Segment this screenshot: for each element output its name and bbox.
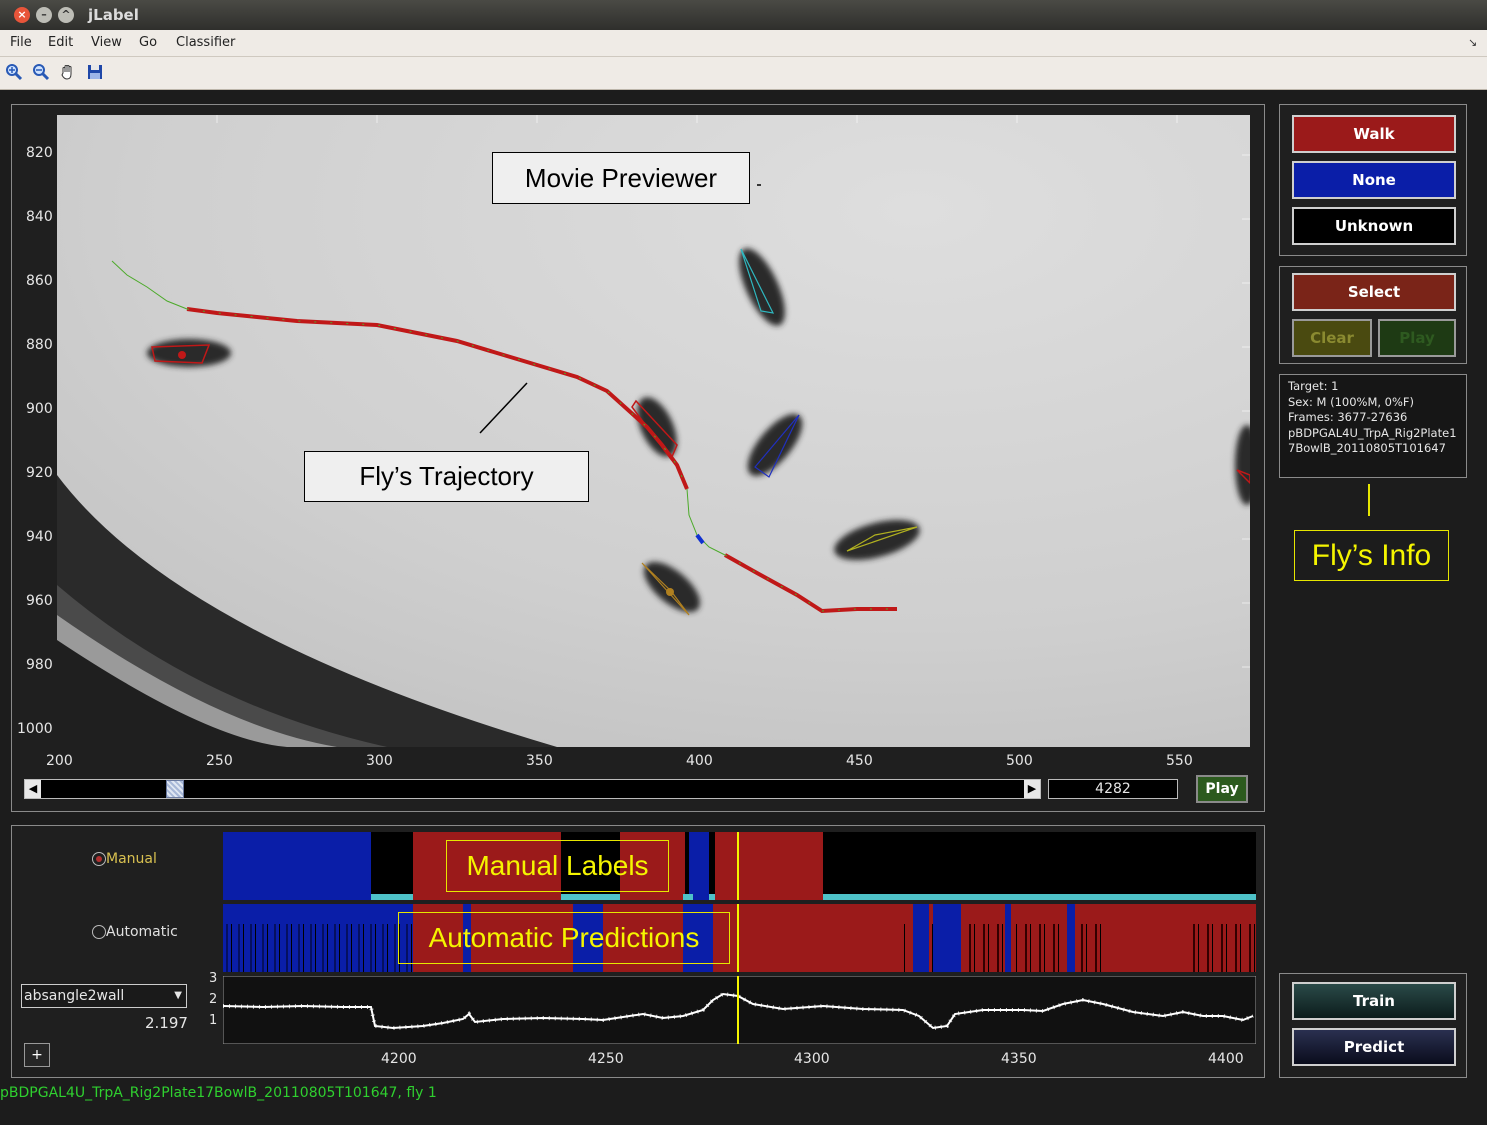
maximize-window-icon[interactable]: ^ — [58, 7, 74, 23]
x-tick-350: 350 — [526, 753, 553, 769]
x-tick-400: 400 — [686, 753, 713, 769]
y-tick-980: 980 — [26, 657, 53, 673]
plot-y-tick-2: 2 — [209, 992, 218, 1007]
automatic-predictions-annotation: Automatic Predictions — [398, 912, 730, 964]
menu-edit[interactable]: Edit — [48, 35, 73, 50]
fly-info-experiment-1: pBDPGAL4U_TrpA_Rig2Plate1 — [1288, 425, 1457, 440]
x-tick-450: 450 — [846, 753, 873, 769]
manual-radio-label: Manual — [106, 851, 157, 867]
close-window-icon[interactable]: × — [14, 7, 30, 23]
x-tick-250: 250 — [206, 753, 233, 769]
automatic-radio[interactable]: Automatic — [92, 924, 178, 940]
feature-select-value: absangle2wall — [24, 988, 125, 1004]
slider-right-arrow-icon[interactable]: ▶ — [1024, 780, 1040, 798]
fly-info-sex: Sex: M (100%M, 0%F) — [1288, 394, 1415, 409]
label-buttons-panel: Walk None Unknown — [1279, 104, 1467, 256]
clear-button[interactable]: Clear — [1292, 319, 1372, 357]
status-bar: pBDPGAL4U_TrpA_Rig2Plate17BowlB_20110805… — [0, 1085, 437, 1101]
fly-trajectory-annotation: Fly’s Trajectory — [304, 451, 589, 502]
fly-info-target: Target: 1 — [1288, 379, 1339, 393]
select-button[interactable]: Select — [1292, 273, 1456, 311]
window-title: jLabel — [88, 6, 139, 24]
select-panel: Select Clear Play — [1279, 266, 1467, 364]
slider-thumb[interactable] — [166, 780, 185, 798]
automatic-radio-label: Automatic — [106, 924, 178, 940]
walk-button[interactable]: Walk — [1292, 115, 1456, 153]
manual-labels-annotation: Manual Labels — [446, 840, 669, 892]
zoom-out-icon[interactable] — [31, 63, 51, 83]
y-tick-960: 960 — [26, 593, 53, 609]
movie-frame[interactable] — [57, 115, 1250, 747]
timeline-x-tick-4300: 4300 — [794, 1051, 830, 1067]
y-tick-920: 920 — [26, 465, 53, 481]
y-tick-880: 880 — [26, 337, 53, 353]
x-tick-550: 550 — [1166, 753, 1193, 769]
fly-info-panel: Target: 1 Sex: M (100%M, 0%F) Frames: 36… — [1279, 374, 1467, 478]
movie-previewer-panel: 820 840 860 880 900 920 940 960 980 1000… — [11, 104, 1265, 812]
fly-info-frames: Frames: 3677-27636 — [1288, 410, 1408, 424]
y-tick-820: 820 — [26, 145, 53, 161]
menu-view[interactable]: View — [91, 35, 122, 50]
minimize-window-icon[interactable]: – — [36, 7, 52, 23]
menu-go[interactable]: Go — [139, 35, 157, 50]
x-tick-300: 300 — [366, 753, 393, 769]
train-button[interactable]: Train — [1292, 982, 1456, 1020]
automatic-radio-icon[interactable] — [92, 925, 106, 939]
fly-info-leader-line — [1368, 484, 1370, 516]
classifier-panel: Train Predict — [1279, 973, 1467, 1078]
menu-overflow-icon[interactable]: ↘ — [1468, 36, 1477, 49]
y-tick-860: 860 — [26, 273, 53, 289]
menu-bar: File Edit View Go Classifier ↘ — [0, 30, 1487, 57]
y-tick-900: 900 — [26, 401, 53, 417]
manual-labels-bar[interactable] — [223, 832, 1256, 900]
chevron-down-icon[interactable]: ▼ — [174, 985, 182, 1007]
timeline-x-tick-4400: 4400 — [1208, 1051, 1244, 1067]
fly-info-experiment-2: 7BowlB_20110805T101647 — [1288, 441, 1446, 455]
timeline-x-tick-4250: 4250 — [588, 1051, 624, 1067]
x-tick-500: 500 — [1006, 753, 1033, 769]
add-feature-button[interactable]: + — [24, 1043, 50, 1067]
y-tick-1000: 1000 — [17, 721, 53, 737]
y-tick-940: 940 — [26, 529, 53, 545]
timeline-x-tick-4350: 4350 — [1001, 1051, 1037, 1067]
toolbar — [0, 57, 1487, 90]
movie-previewer-annotation: Movie Previewer — [492, 152, 750, 204]
fly-info-annotation: Fly’s Info — [1294, 530, 1449, 581]
timeline-x-tick-4200: 4200 — [381, 1051, 417, 1067]
select-play-button[interactable]: Play — [1378, 319, 1456, 357]
plot-y-tick-1: 1 — [209, 1013, 218, 1028]
automatic-predictions-bar[interactable] — [223, 904, 1256, 972]
none-button[interactable]: None — [1292, 161, 1456, 199]
frame-slider[interactable]: ◀ ▶ — [24, 779, 1041, 799]
plot-y-tick-3: 3 — [209, 971, 218, 986]
save-icon[interactable] — [85, 63, 105, 83]
previewer-play-button[interactable]: Play — [1196, 775, 1248, 803]
feature-plot[interactable] — [223, 976, 1256, 1044]
menu-classifier[interactable]: Classifier — [176, 35, 235, 50]
pan-hand-icon[interactable] — [58, 63, 78, 83]
zoom-in-icon[interactable] — [4, 63, 24, 83]
menu-file[interactable]: File — [10, 35, 32, 50]
y-tick-840: 840 — [26, 209, 53, 225]
feature-value: 2.197 — [145, 1014, 188, 1032]
frame-number-field[interactable]: 4282 — [1048, 779, 1178, 799]
timeline-panel: Manual Automatic Manual Labels Automatic… — [11, 825, 1265, 1078]
predict-button[interactable]: Predict — [1292, 1028, 1456, 1066]
x-tick-200: 200 — [46, 753, 73, 769]
slider-left-arrow-icon[interactable]: ◀ — [25, 780, 41, 798]
unknown-button[interactable]: Unknown — [1292, 207, 1456, 245]
title-bar: × – ^ jLabel — [0, 0, 1487, 30]
feature-select[interactable]: absangle2wall ▼ — [21, 984, 187, 1008]
manual-radio-icon[interactable] — [92, 852, 106, 866]
manual-radio[interactable]: Manual — [92, 851, 157, 867]
